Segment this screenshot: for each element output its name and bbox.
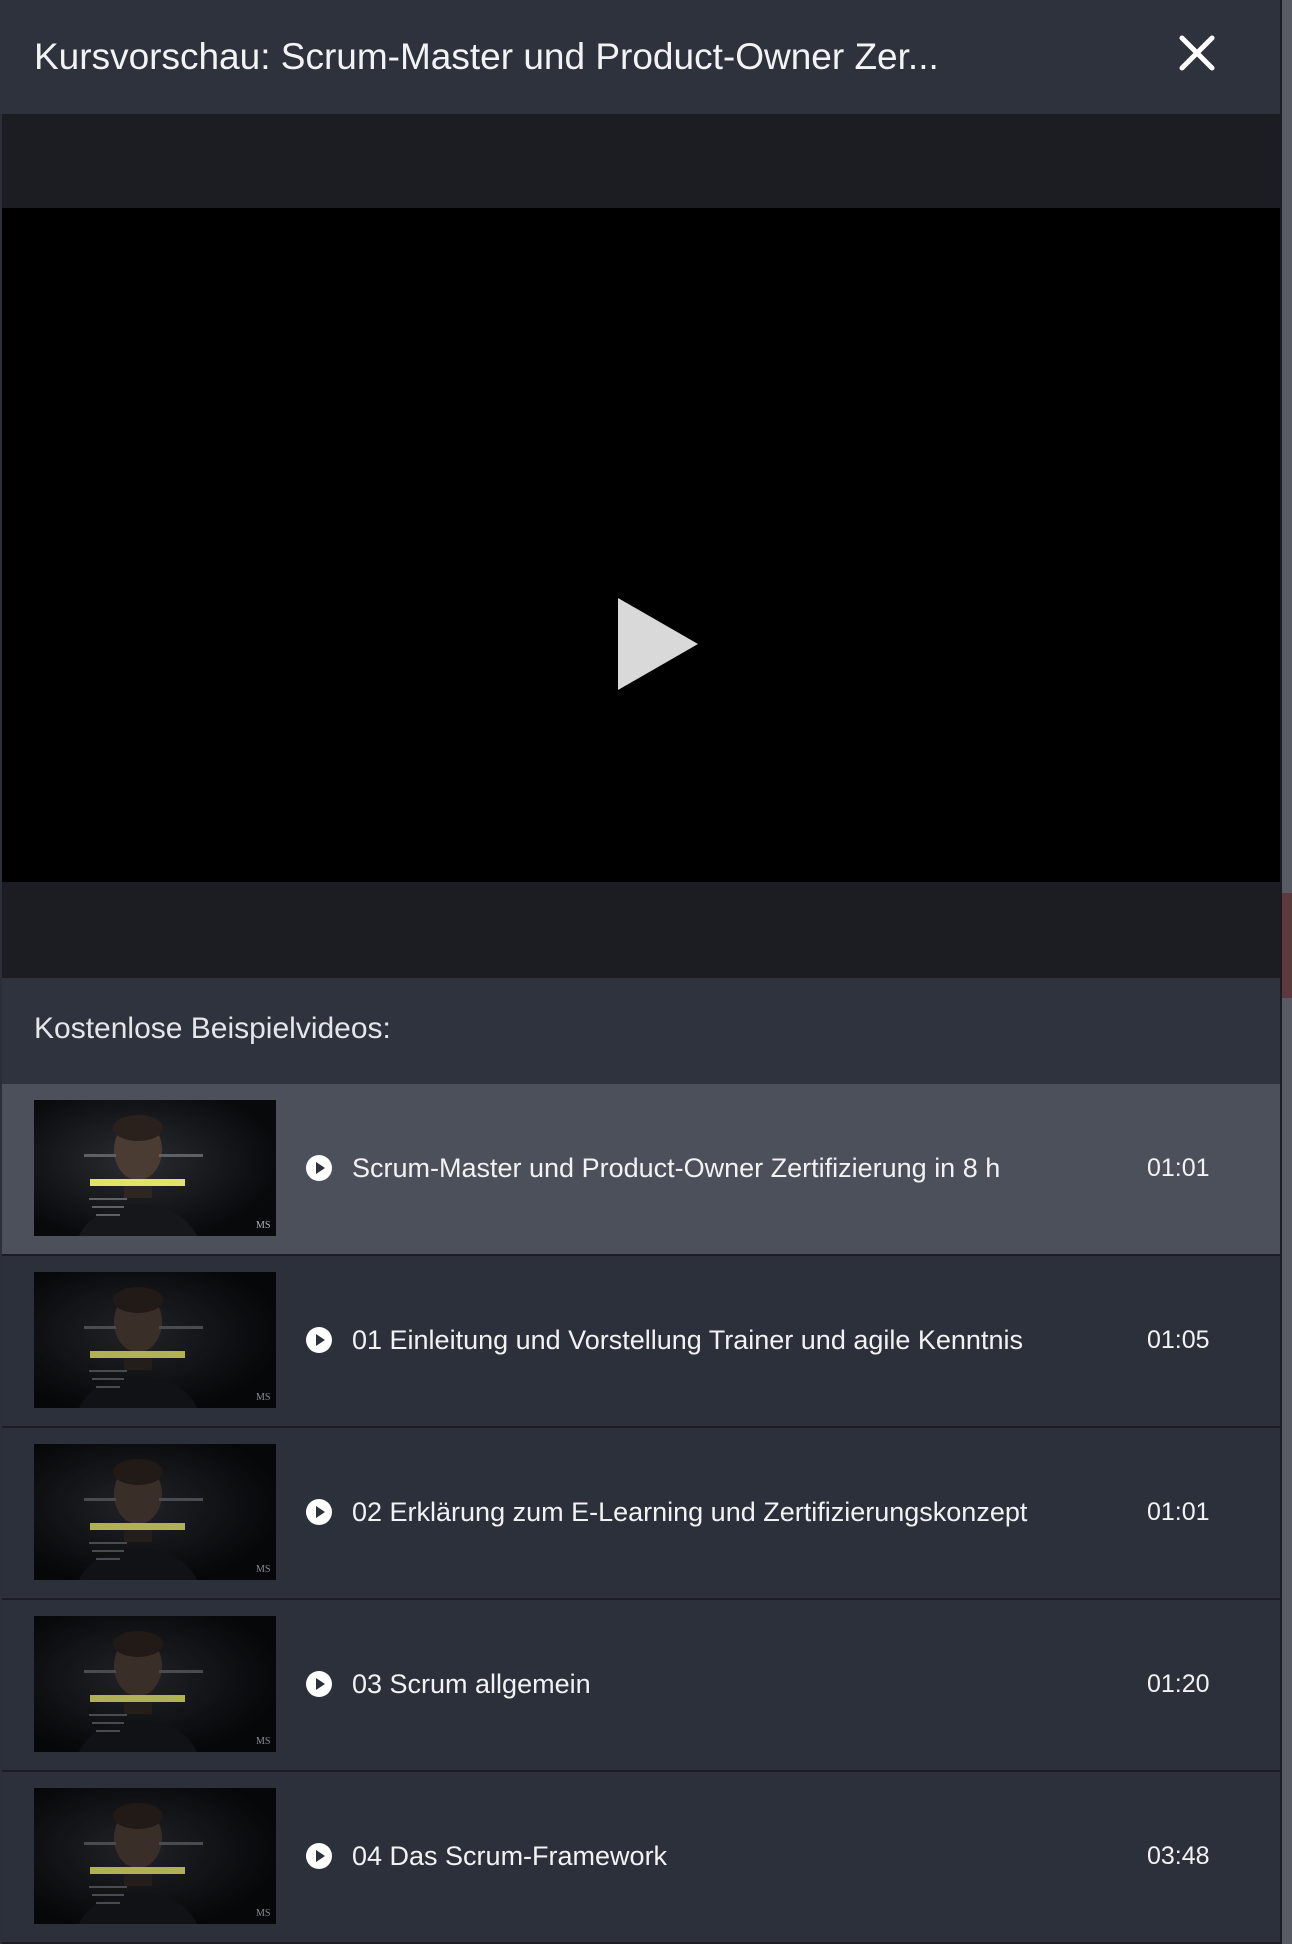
- thumbnail-logo: MS: [256, 1392, 271, 1403]
- video-list-item[interactable]: MS 02 Erklärung zum E-Learning und Zerti…: [2, 1428, 1280, 1600]
- play-icon: [618, 598, 698, 690]
- video-player: [2, 114, 1280, 978]
- sample-video-list: MS Scrum-Master und Product-Owner Zertif…: [2, 1084, 1280, 1944]
- course-preview-modal: Kursvorschau: Scrum-Master und Product-O…: [0, 0, 1282, 1944]
- video-list-item[interactable]: MS 03 Scrum allgemein 01:20: [2, 1600, 1280, 1772]
- modal-title: Kursvorschau: Scrum-Master und Product-O…: [34, 36, 939, 77]
- video-title: Scrum-Master und Product-Owner Zertifizi…: [352, 1153, 1001, 1183]
- video-title: 01 Einleitung und Vorstellung Trainer un…: [352, 1325, 1023, 1355]
- video-thumbnail: MS: [34, 1616, 276, 1752]
- video-thumbnail: MS: [34, 1272, 276, 1408]
- close-icon: [1179, 35, 1215, 71]
- modal-header: Kursvorschau: Scrum-Master und Product-O…: [0, 0, 1280, 114]
- thumbnail-logo: MS: [256, 1908, 271, 1919]
- video-list-item[interactable]: MS 04 Das Scrum-Framework 03:48: [2, 1772, 1280, 1944]
- video-title: 02 Erklärung zum E-Learning und Zertifiz…: [352, 1497, 1028, 1527]
- thumbnail-logo: MS: [256, 1564, 271, 1575]
- play-circle-icon: [306, 1155, 332, 1181]
- play-circle-icon: [306, 1671, 332, 1697]
- close-button[interactable]: [1172, 28, 1222, 78]
- video-duration: 03:48: [1147, 1842, 1210, 1870]
- video-duration: 01:05: [1147, 1326, 1210, 1354]
- video-title: 04 Das Scrum-Framework: [352, 1841, 668, 1871]
- page-backdrop-accent: [1282, 893, 1292, 998]
- play-button[interactable]: [612, 594, 702, 694]
- video-list-item[interactable]: MS 01 Einleitung und Vorstellung Trainer…: [2, 1256, 1280, 1428]
- video-frame[interactable]: [2, 208, 1280, 882]
- sample-videos-header: Kostenlose Beispielvideos:: [2, 978, 1280, 1084]
- video-thumbnail: MS: [34, 1788, 276, 1924]
- section-title: Kostenlose Beispielvideos:: [34, 1012, 391, 1045]
- video-duration: 01:01: [1147, 1498, 1210, 1526]
- video-list-item[interactable]: MS Scrum-Master und Product-Owner Zertif…: [2, 1084, 1280, 1256]
- thumbnail-logo: MS: [256, 1736, 271, 1747]
- thumbnail-logo: MS: [256, 1220, 271, 1231]
- video-duration: 01:01: [1147, 1154, 1210, 1182]
- play-circle-icon: [306, 1327, 332, 1353]
- video-thumbnail: MS: [34, 1100, 276, 1236]
- video-title: 03 Scrum allgemein: [352, 1669, 591, 1699]
- play-circle-icon: [306, 1843, 332, 1869]
- video-duration: 01:20: [1147, 1670, 1210, 1698]
- video-thumbnail: MS: [34, 1444, 276, 1580]
- play-circle-icon: [306, 1499, 332, 1525]
